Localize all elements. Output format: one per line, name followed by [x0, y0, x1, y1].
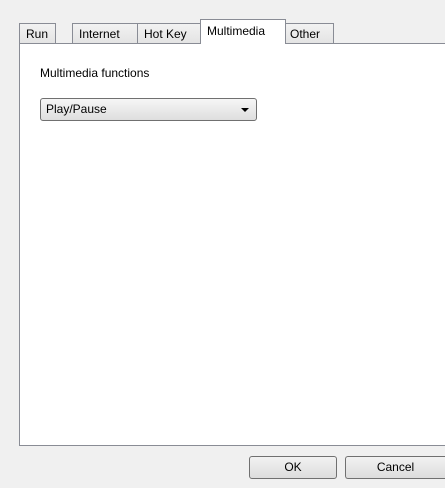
dropdown-selected-value: Play/Pause	[46, 102, 107, 116]
tab-other[interactable]: Other	[283, 23, 334, 44]
cancel-button[interactable]: Cancel	[345, 456, 445, 479]
tab-strip: Run Internet Hot Key Multimedia Other	[19, 19, 445, 45]
multimedia-tab-panel: Multimedia functions Play/Pause	[19, 43, 445, 446]
multimedia-function-dropdown[interactable]: Play/Pause	[40, 98, 257, 121]
tab-hot-key[interactable]: Hot Key	[137, 23, 203, 44]
tab-multimedia[interactable]: Multimedia	[200, 19, 286, 45]
ok-button[interactable]: OK	[249, 456, 337, 479]
dropdown-arrow-icon	[241, 108, 249, 112]
dialog-window: Run Internet Hot Key Multimedia Other Mu…	[0, 0, 445, 488]
multimedia-functions-label: Multimedia functions	[40, 66, 150, 80]
tab-run[interactable]: Run	[19, 23, 56, 44]
tab-internet[interactable]: Internet	[72, 23, 142, 44]
